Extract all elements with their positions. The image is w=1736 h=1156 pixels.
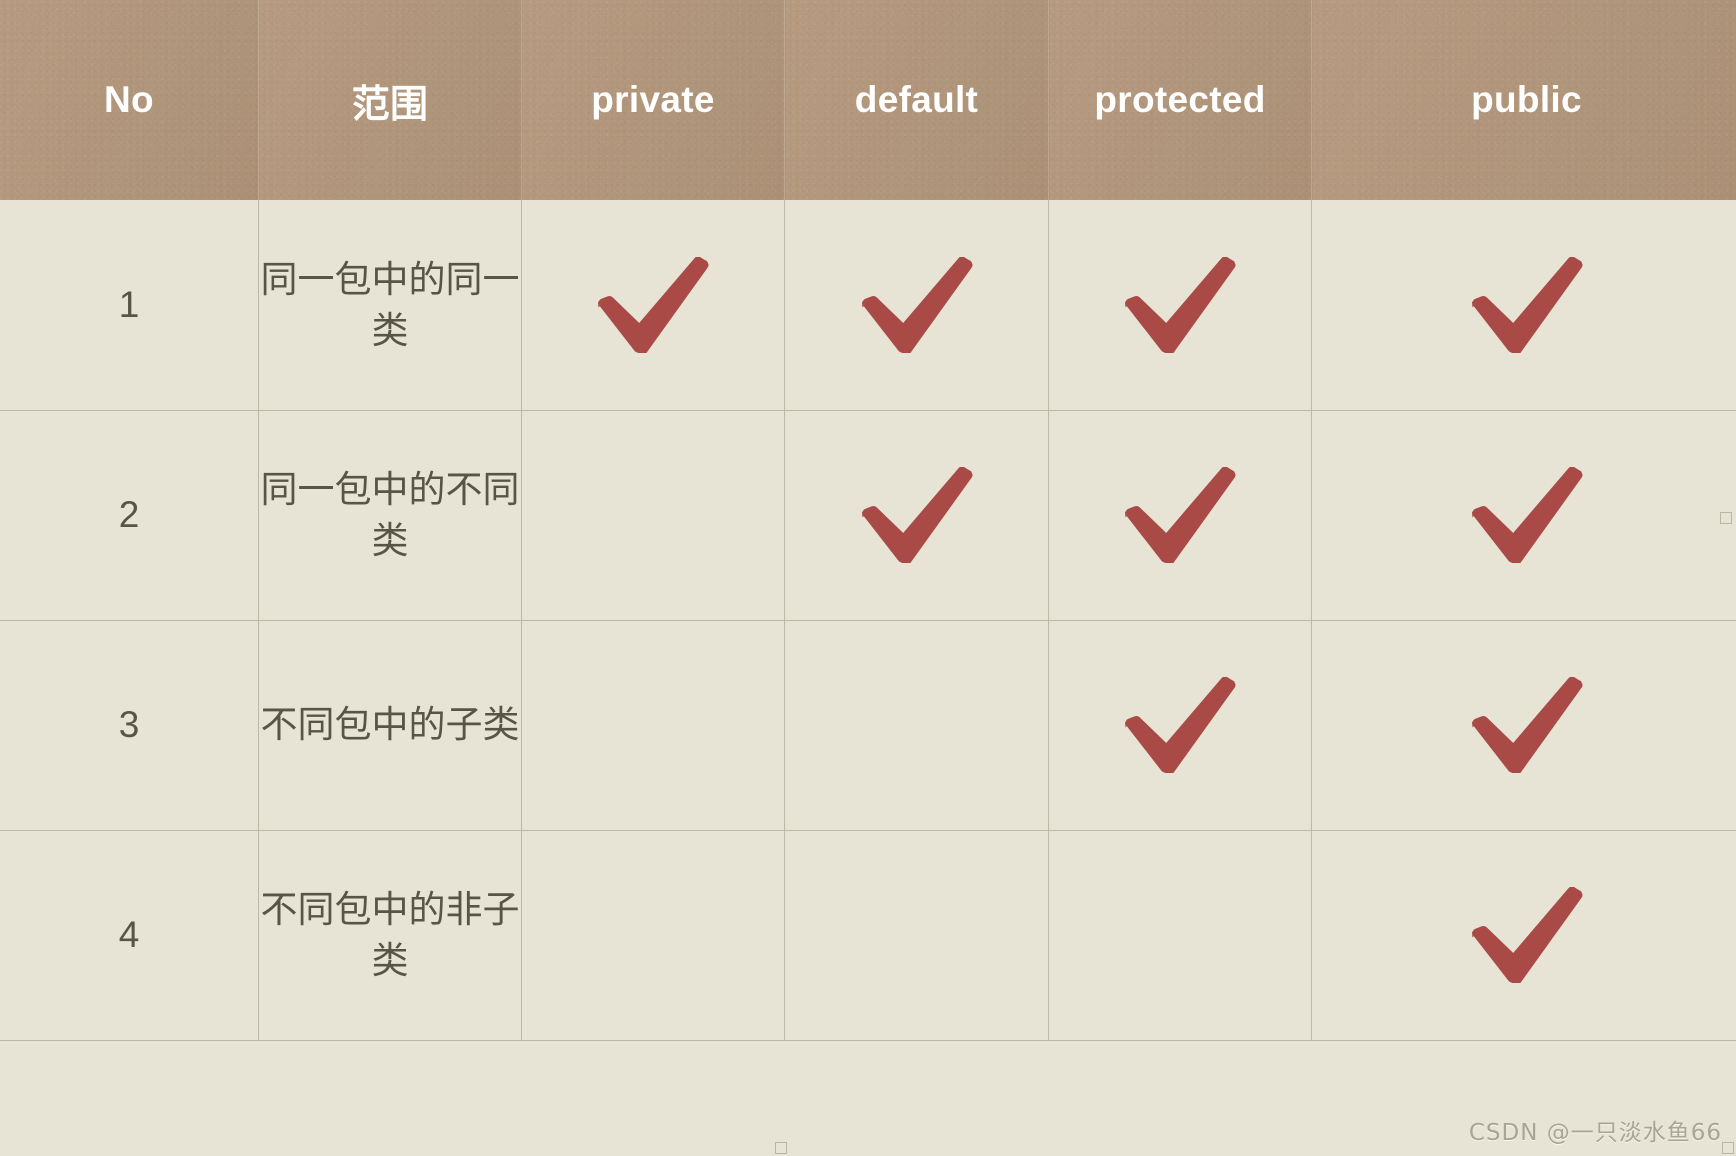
check-mark-icon — [1468, 467, 1586, 563]
table-row: 3 不同包中的子类 — [0, 620, 1736, 831]
cell-no: 4 — [0, 830, 259, 1041]
column-header-protected: protected — [1048, 0, 1312, 200]
csdn-watermark: CSDN @一只淡水鱼66 — [1468, 1120, 1722, 1146]
check-mark-icon — [1468, 887, 1586, 983]
render-artifact-right — [1720, 512, 1732, 524]
column-header-private: private — [521, 0, 785, 200]
render-artifact-bottom-center — [775, 1142, 787, 1154]
cell-public — [1311, 200, 1736, 411]
cell-scope: 同一包中的同一类 — [258, 200, 522, 411]
render-artifact-bottom-right — [1722, 1142, 1734, 1154]
table-row: 1 同一包中的同一类 — [0, 200, 1736, 411]
check-mark-icon — [858, 467, 976, 563]
cell-scope: 同一包中的不同类 — [258, 410, 522, 621]
column-header-scope: 范围 — [258, 0, 522, 200]
cell-private — [521, 200, 785, 411]
cell-default — [784, 620, 1049, 831]
permission-table-container: No 范围 private default protected public 1… — [0, 0, 1736, 1156]
check-mark-icon — [1121, 677, 1239, 773]
cell-private — [521, 830, 785, 1041]
cell-public — [1311, 620, 1736, 831]
table-row: 4 不同包中的非子类 — [0, 830, 1736, 1041]
cell-default — [784, 830, 1049, 1041]
table-body: 1 同一包中的同一类 2 同一包中的不同类 3 不同包中的子类 4 不同包中的非… — [0, 200, 1736, 1041]
cell-default — [784, 200, 1049, 411]
check-mark-icon — [858, 256, 976, 353]
column-header-default: default — [784, 0, 1049, 200]
table-header: No 范围 private default protected public — [0, 0, 1736, 200]
empty-cell-marker — [594, 885, 712, 981]
cell-protected — [1048, 200, 1312, 411]
table-row: 2 同一包中的不同类 — [0, 410, 1736, 621]
cell-protected — [1048, 410, 1312, 621]
cell-private — [521, 620, 785, 831]
cell-no: 2 — [0, 410, 259, 621]
access-modifier-table: No 范围 private default protected public 1… — [0, 0, 1736, 1041]
empty-cell-marker — [1121, 885, 1239, 981]
cell-protected — [1048, 620, 1312, 831]
empty-cell-marker — [594, 675, 712, 771]
cell-private — [521, 410, 785, 621]
empty-cell-marker — [594, 465, 712, 561]
column-header-public: public — [1311, 0, 1736, 200]
empty-cell-marker — [858, 675, 976, 771]
cell-public — [1311, 830, 1736, 1041]
check-mark-icon — [594, 256, 712, 353]
check-mark-icon — [1468, 256, 1586, 353]
cell-scope: 不同包中的非子类 — [258, 830, 522, 1041]
cell-default — [784, 410, 1049, 621]
column-header-no: No — [0, 0, 259, 200]
empty-cell-marker — [858, 885, 976, 981]
check-mark-icon — [1121, 467, 1239, 563]
cell-no: 3 — [0, 620, 259, 831]
cell-public — [1311, 410, 1736, 621]
cell-protected — [1048, 830, 1312, 1041]
cell-no: 1 — [0, 200, 259, 411]
check-mark-icon — [1121, 256, 1239, 353]
check-mark-icon — [1468, 677, 1586, 773]
cell-scope: 不同包中的子类 — [258, 620, 522, 831]
table-header-row: No 范围 private default protected public — [0, 0, 1736, 200]
